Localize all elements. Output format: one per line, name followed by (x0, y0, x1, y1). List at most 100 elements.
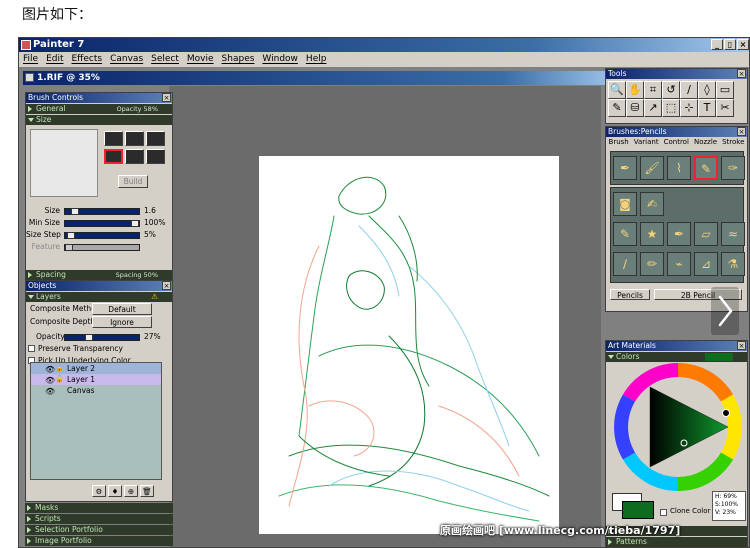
palette-close-icon[interactable]: × (162, 93, 171, 102)
maximize-button[interactable]: ▯ (724, 39, 736, 50)
lock-icon[interactable]: 🔓 (55, 374, 64, 385)
airbrush-category-icon[interactable]: ✒ (613, 156, 637, 180)
scissors-icon[interactable]: ✂ (716, 99, 734, 117)
minimize-button[interactable]: _ (711, 39, 723, 50)
menu-movie[interactable]: Movie (187, 52, 214, 67)
brush-variant-icon[interactable]: ✍ (640, 192, 664, 216)
charcoal-variant-icon[interactable]: ⌁ (667, 252, 691, 276)
chalk-category-icon[interactable]: ⌇ (667, 156, 691, 180)
section-size[interactable]: Size (26, 115, 172, 125)
eraser-variant-icon[interactable]: ▱ (694, 222, 718, 246)
pen-category-icon[interactable]: ✑ (721, 156, 745, 180)
dynamic-plugin-icon[interactable]: ♦ (108, 485, 122, 497)
tab-brush[interactable]: Brush (609, 137, 629, 147)
canvas-area[interactable] (169, 86, 601, 547)
menu-shapes[interactable]: Shapes (222, 52, 255, 67)
new-layer-icon[interactable]: ⊕ (124, 485, 138, 497)
menu-effects[interactable]: Effects (72, 52, 103, 67)
palette-close-icon[interactable]: × (162, 281, 171, 290)
tab-control[interactable]: Control (664, 137, 689, 147)
section-masks[interactable]: Masks (25, 503, 173, 513)
dropper-icon[interactable]: ↗ (644, 99, 662, 117)
art-materials-titlebar: Art Materials × (606, 341, 747, 351)
section-patterns[interactable]: Patterns (606, 537, 747, 547)
marker-variant-icon[interactable]: ∕ (613, 252, 637, 276)
color-wheel[interactable] (614, 363, 742, 491)
menu-file[interactable]: File (23, 52, 38, 67)
pencil-category-icon[interactable]: ✎ (694, 156, 718, 180)
crayon-variant-icon[interactable]: ✏ (640, 252, 664, 276)
lasso-icon[interactable]: ↺ (662, 81, 680, 99)
eye-icon[interactable]: 👁 (45, 386, 55, 397)
layer-row[interactable]: 👁 Canvas (31, 385, 161, 396)
line-icon[interactable]: ∕ (680, 81, 698, 99)
liquid-variant-icon[interactable]: ≈ (721, 222, 745, 246)
layer-row[interactable]: 👁 🔓 Layer 1 (31, 374, 161, 385)
next-image-arrow-icon[interactable] (711, 287, 739, 335)
menu-help[interactable]: Help (306, 52, 327, 67)
drawing-canvas[interactable] (259, 156, 559, 534)
section-layers[interactable]: Layers ⚠ (26, 292, 172, 302)
brush-category-select[interactable]: Pencils (610, 289, 650, 300)
menu-select[interactable]: Select (151, 52, 179, 67)
profile-watercolor-icon[interactable] (125, 149, 144, 164)
profile-dull-icon[interactable] (146, 131, 165, 146)
knife-variant-icon[interactable]: ⊿ (694, 252, 718, 276)
adjuster-icon[interactable]: ⊹ (680, 99, 698, 117)
profile-medium-icon[interactable] (125, 131, 144, 146)
pen-variant-icon[interactable]: ✒ (667, 222, 691, 246)
pen-icon[interactable]: ◊ (698, 81, 716, 99)
profile-linear-icon[interactable] (104, 149, 123, 164)
crop-icon[interactable]: ⌗ (644, 81, 662, 99)
layer-adjuster-icon[interactable]: ⚙ (92, 485, 106, 497)
primary-color-swatch[interactable] (622, 501, 654, 519)
profile-pointed-icon[interactable] (104, 131, 123, 146)
composite-depth-select[interactable]: Ignore (92, 316, 152, 328)
pencil-variant-icon[interactable]: ✎ (613, 222, 637, 246)
clone-color-checkbox[interactable] (660, 509, 667, 516)
size-slider[interactable] (64, 208, 140, 215)
document-titlebar: 1.RIF @ 35% (23, 71, 623, 85)
palette-close-icon[interactable]: × (737, 341, 746, 350)
min-size-slider-row: Min Size 100% (26, 217, 172, 229)
water-variant-icon[interactable]: ⚗ (721, 252, 745, 276)
profile-oneedge-icon[interactable] (146, 149, 165, 164)
camera-nozzle-icon[interactable]: ◙ (613, 192, 637, 216)
section-colors[interactable]: Colors (606, 352, 747, 362)
menu-window[interactable]: Window (262, 52, 298, 67)
palette-close-icon[interactable]: × (737, 69, 746, 78)
tab-variant[interactable]: Variant (634, 137, 659, 147)
brush-icon[interactable]: ✎ (608, 99, 626, 117)
magnifier-icon[interactable]: 🔍 (608, 81, 626, 99)
build-button[interactable]: Build (118, 175, 148, 188)
rectangle-icon[interactable]: ▭ (716, 81, 734, 99)
paint-bucket-icon[interactable]: ⛁ (626, 99, 644, 117)
selection-icon[interactable]: ⬚ (662, 99, 680, 117)
objects-bottom-sections: Masks Scripts Selection Portfolio Image … (25, 502, 173, 546)
text-icon[interactable]: T (698, 99, 716, 117)
lock-icon[interactable]: 🔓 (55, 363, 64, 374)
preserve-transparency-checkbox[interactable] (28, 345, 35, 352)
star-variant-icon[interactable]: ★ (640, 222, 664, 246)
close-button[interactable]: × (737, 39, 749, 50)
section-image-portfolio-label: Image Portfolio (35, 536, 92, 545)
palette-close-icon[interactable]: × (737, 127, 746, 136)
brush-category-icon[interactable]: 🖌 (640, 156, 664, 180)
opacity-slider[interactable] (64, 334, 140, 341)
section-selection-portfolio[interactable]: Selection Portfolio (25, 525, 173, 535)
composite-method-select[interactable]: Default (92, 303, 152, 315)
layer-row[interactable]: 👁 🔓 Layer 2 (31, 363, 161, 374)
section-spacing[interactable]: Spacing Spacing 50% (26, 270, 172, 280)
section-image-portfolio[interactable]: Image Portfolio (25, 536, 173, 546)
grabber-icon[interactable]: ✋ (626, 81, 644, 99)
menu-canvas[interactable]: Canvas (110, 52, 143, 67)
tab-stroke[interactable]: Stroke (722, 137, 744, 147)
tab-nozzle[interactable]: Nozzle (694, 137, 717, 147)
menu-edit[interactable]: Edit (46, 52, 63, 67)
min-size-slider[interactable] (64, 220, 140, 227)
section-general-label: General (36, 104, 66, 113)
section-general[interactable]: General Opacity 58% (26, 104, 172, 114)
section-scripts[interactable]: Scripts (25, 514, 173, 524)
trash-icon[interactable]: 🗑 (140, 485, 154, 497)
size-step-slider[interactable] (64, 232, 140, 239)
